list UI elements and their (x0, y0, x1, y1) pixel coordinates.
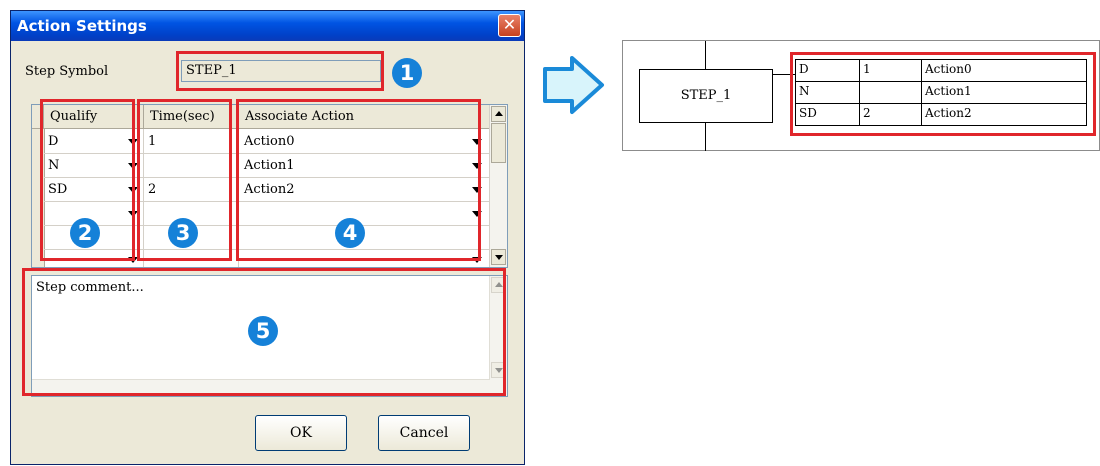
highlight-action-table (790, 52, 1096, 136)
dialog-title: Action Settings (11, 11, 524, 41)
badge-3: 3 (168, 218, 198, 248)
step-block: STEP_1 (639, 69, 773, 123)
close-button[interactable]: ✕ (498, 14, 521, 37)
scroll-up-button[interactable] (491, 106, 506, 122)
badge-2: 2 (70, 218, 100, 248)
highlight-step-symbol (176, 51, 384, 91)
badge-4: 4 (335, 218, 365, 248)
step-symbol-label: Step Symbol (25, 64, 109, 79)
scroll-up-icon (495, 111, 503, 116)
scroll-down-icon (495, 255, 503, 260)
cancel-button[interactable]: Cancel (378, 415, 470, 451)
badge-5: 5 (248, 316, 278, 346)
right-arrow-icon (543, 56, 604, 114)
close-icon: ✕ (502, 15, 517, 34)
grid-scrollbar[interactable] (489, 105, 507, 267)
badge-1: 1 (392, 58, 422, 88)
ok-button[interactable]: OK (255, 415, 347, 451)
scroll-down-button[interactable] (491, 249, 506, 265)
scroll-thumb[interactable] (491, 123, 506, 163)
